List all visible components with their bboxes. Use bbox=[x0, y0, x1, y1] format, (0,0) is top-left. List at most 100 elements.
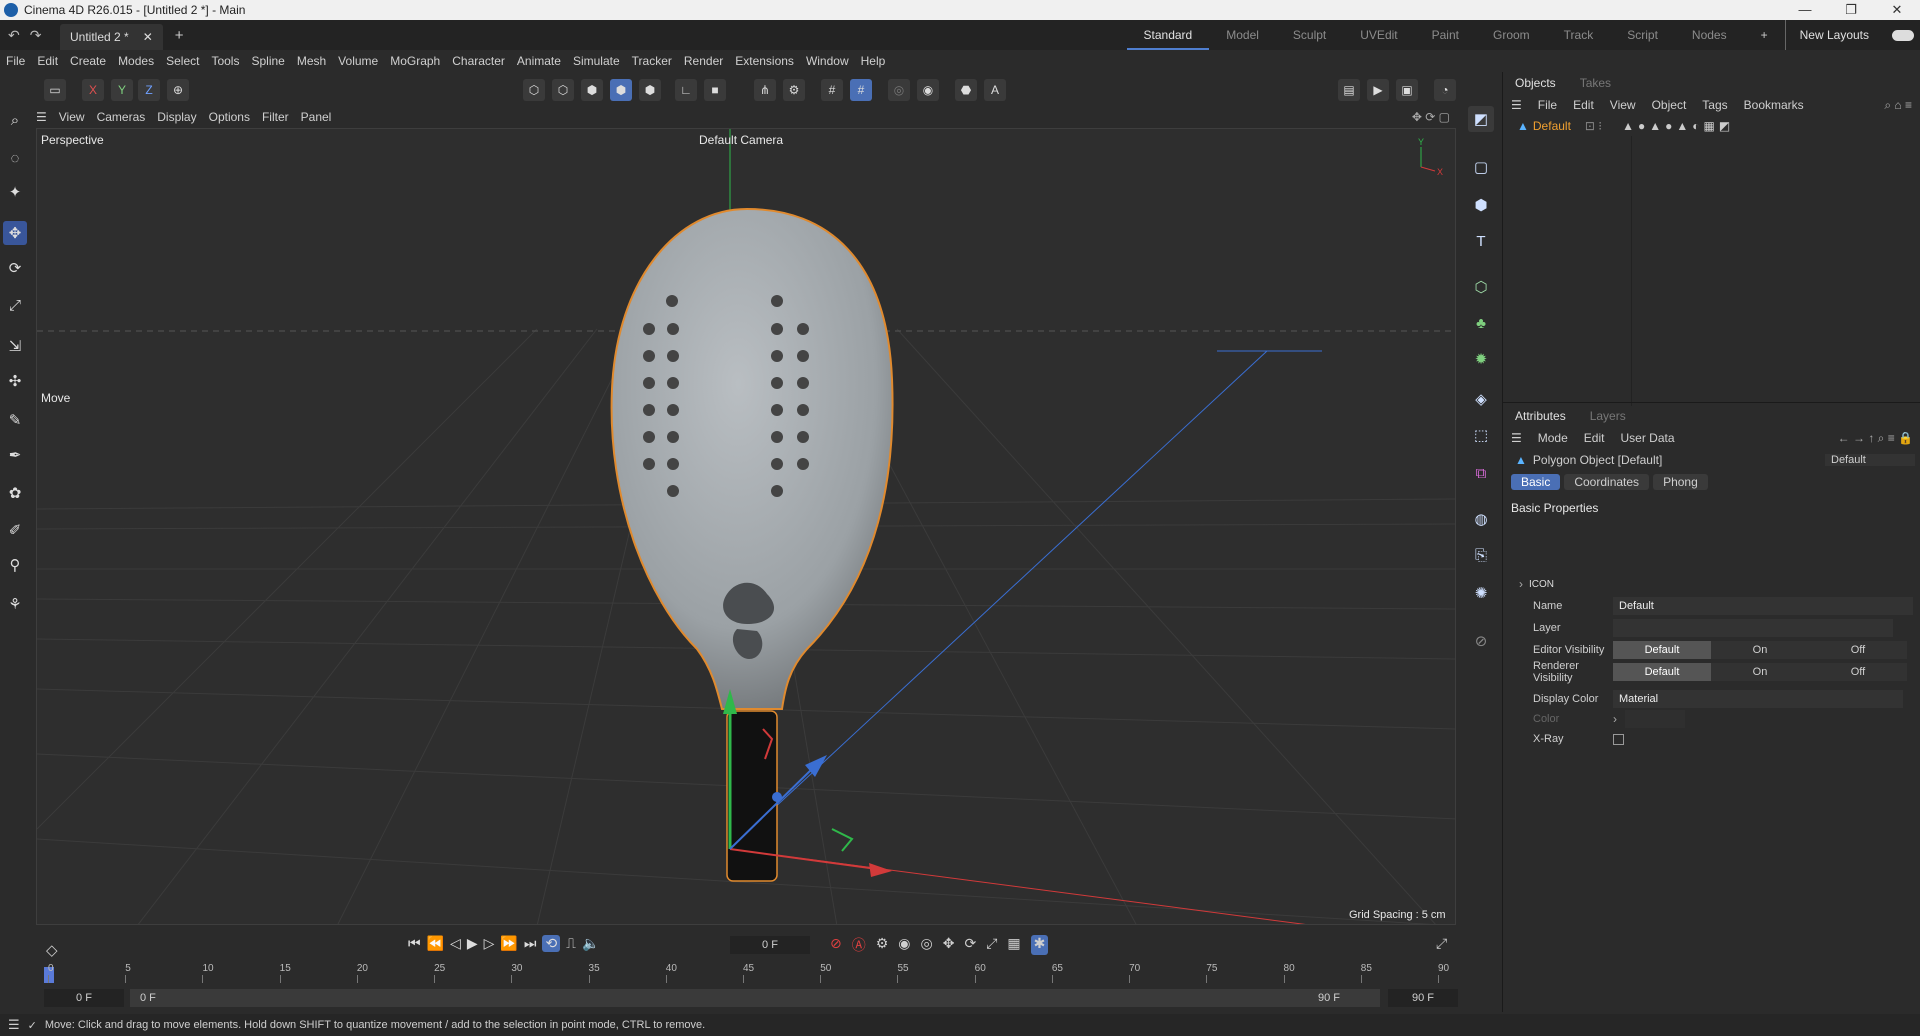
paint-tool-icon[interactable]: ✿ bbox=[3, 481, 27, 505]
subtab-coordinates[interactable]: Coordinates bbox=[1564, 474, 1650, 490]
editor-vis-default[interactable]: Default bbox=[1613, 641, 1711, 659]
mesh-object-icon[interactable]: ⬢ bbox=[1468, 192, 1494, 218]
record-icon[interactable]: ⊘ bbox=[830, 935, 842, 955]
menu-mograph[interactable]: MoGraph bbox=[384, 54, 446, 68]
keyframe-icon[interactable]: ◇ bbox=[46, 941, 58, 959]
layout-model[interactable]: Model bbox=[1209, 20, 1276, 50]
viewport-menu-panel[interactable]: Panel bbox=[295, 110, 338, 124]
tab-takes[interactable]: Takes bbox=[1568, 76, 1623, 90]
view-lock-icon[interactable]: ◩ bbox=[1468, 106, 1494, 132]
scene-object-icon[interactable]: ⬚ bbox=[1468, 422, 1494, 448]
end-frame-field[interactable]: 90 F bbox=[1388, 989, 1458, 1007]
mograph-icon[interactable]: ♣ bbox=[1468, 310, 1494, 336]
view-panel-icon[interactable]: ▭ bbox=[44, 79, 66, 101]
menu-simulate[interactable]: Simulate bbox=[567, 54, 626, 68]
layout-uvedit[interactable]: UVEdit bbox=[1343, 20, 1414, 50]
rot-key-icon[interactable]: ⟳ bbox=[964, 935, 976, 955]
auto-key-icon[interactable]: A bbox=[984, 79, 1006, 101]
menu-window[interactable]: Window bbox=[800, 54, 855, 68]
next-key-icon[interactable]: ⏩ bbox=[500, 935, 517, 952]
color-expand-icon[interactable]: › bbox=[1613, 712, 1617, 726]
editor-vis-off[interactable]: Off bbox=[1809, 641, 1907, 659]
objects-menu-icon[interactable]: ☰ bbox=[1503, 98, 1530, 112]
play-icon[interactable]: ▶ bbox=[467, 935, 478, 952]
objects-search-icon[interactable]: ⌕ ⌂ ≡ bbox=[1876, 98, 1920, 113]
menu-help[interactable]: Help bbox=[855, 54, 892, 68]
param-key-icon[interactable]: ◎ bbox=[921, 935, 933, 955]
name-field[interactable]: Default bbox=[1613, 597, 1913, 615]
rotate-tool-icon[interactable]: ⟳ bbox=[3, 256, 27, 280]
lock-x-button[interactable]: X bbox=[82, 79, 104, 101]
close-window-button[interactable]: ✕ bbox=[1874, 2, 1920, 18]
objects-menu-tags[interactable]: Tags bbox=[1694, 98, 1735, 112]
menu-character[interactable]: Character bbox=[446, 54, 511, 68]
environment-icon[interactable]: ◍ bbox=[1468, 506, 1494, 532]
move-tool-icon[interactable]: ✥ bbox=[3, 221, 27, 245]
attributes-menu-mode[interactable]: Mode bbox=[1530, 431, 1576, 445]
new-document-button[interactable]: + bbox=[175, 27, 184, 44]
tab-layers[interactable]: Layers bbox=[1578, 409, 1638, 423]
current-frame-field[interactable]: 0 F bbox=[730, 936, 810, 954]
editor-vis-on[interactable]: On bbox=[1711, 641, 1809, 659]
menu-volume[interactable]: Volume bbox=[332, 54, 384, 68]
menu-edit[interactable]: Edit bbox=[31, 54, 64, 68]
timeline-ruler[interactable]: 0 5 10 15 20 25 30 35 40 45 50 55 60 65 70 75 80 85 90 bbox=[44, 963, 1454, 985]
viewport-solo-icon[interactable]: ◉ bbox=[917, 79, 939, 101]
render-vis-on[interactable]: On bbox=[1711, 663, 1809, 681]
layer-field[interactable] bbox=[1613, 619, 1893, 637]
transform-tool-icon[interactable]: ⇲ bbox=[3, 334, 27, 358]
add-layout-button[interactable]: + bbox=[1744, 20, 1785, 50]
layout-nodes[interactable]: Nodes bbox=[1675, 20, 1744, 50]
layout-standard[interactable]: Standard bbox=[1126, 20, 1210, 50]
viewport-pan-icon[interactable]: ✥ ⟳ ▢ bbox=[1406, 110, 1456, 124]
attributes-mode-select[interactable]: Default bbox=[1825, 454, 1915, 466]
objects-menu-bookmarks[interactable]: Bookmarks bbox=[1736, 98, 1812, 112]
viewport-menu-filter[interactable]: Filter bbox=[256, 110, 295, 124]
render-view-icon[interactable]: ⬣ bbox=[955, 79, 977, 101]
redo-icon[interactable]: ↷ bbox=[30, 27, 42, 44]
subtab-basic[interactable]: Basic bbox=[1511, 474, 1561, 490]
document-tab[interactable]: Untitled 2 * ✕ bbox=[60, 24, 163, 50]
attributes-menu-edit[interactable]: Edit bbox=[1576, 431, 1613, 445]
menu-select[interactable]: Select bbox=[160, 54, 205, 68]
objects-menu-view[interactable]: View bbox=[1602, 98, 1644, 112]
render-active-view-icon[interactable]: ▶ bbox=[1367, 79, 1389, 101]
close-tab-icon[interactable]: ✕ bbox=[143, 30, 153, 44]
brush-icon[interactable]: ✐ bbox=[3, 518, 27, 542]
prev-frame-icon[interactable]: ◁ bbox=[450, 935, 461, 952]
tab-attributes[interactable]: Attributes bbox=[1503, 409, 1578, 423]
preview-range-bar[interactable]: 0 F 90 F bbox=[130, 989, 1380, 1007]
layout-script[interactable]: Script bbox=[1610, 20, 1675, 50]
select-tool-icon[interactable]: ✦ bbox=[3, 180, 27, 204]
viewport-menu-cameras[interactable]: Cameras bbox=[91, 110, 152, 124]
camera-icon[interactable]: ⧉ bbox=[1468, 460, 1494, 486]
light-icon[interactable]: ✺ bbox=[1468, 580, 1494, 606]
material-tags-icon[interactable]: ▲●▲●▲◐▦◩ bbox=[1622, 119, 1734, 133]
status-menu-icon[interactable]: ☰ bbox=[0, 1017, 28, 1033]
snap-move-icon[interactable]: ✣ bbox=[3, 369, 27, 393]
live-selection-icon[interactable]: ◌ bbox=[3, 146, 27, 170]
go-to-end-icon[interactable]: ⏭ bbox=[524, 935, 537, 952]
scale-tool-icon[interactable]: ⤢ bbox=[3, 293, 27, 317]
motion-icon[interactable]: ◉ bbox=[898, 935, 910, 955]
menu-spline[interactable]: Spline bbox=[245, 54, 290, 68]
menu-tools[interactable]: Tools bbox=[205, 54, 245, 68]
attributes-menu-userdata[interactable]: User Data bbox=[1612, 431, 1682, 445]
undo-icon[interactable]: ↶ bbox=[8, 27, 20, 44]
menu-file[interactable]: File bbox=[0, 54, 31, 68]
autokey-icon[interactable]: Ⓐ bbox=[852, 935, 866, 955]
scale-key-icon[interactable]: ⤢ bbox=[986, 935, 997, 955]
icon-row[interactable]: › ICON bbox=[1503, 573, 1920, 595]
next-frame-icon[interactable]: ▷ bbox=[484, 935, 495, 952]
pla-key-icon[interactable]: ▦ bbox=[1007, 935, 1020, 955]
attributes-nav-icons[interactable]: ← → ↑ ⌕ ≡ 🔒 bbox=[1830, 431, 1920, 446]
layout-sculpt[interactable]: Sculpt bbox=[1276, 20, 1343, 50]
menu-animate[interactable]: Animate bbox=[511, 54, 567, 68]
menu-render[interactable]: Render bbox=[678, 54, 729, 68]
pen-tool-icon[interactable]: ✎ bbox=[3, 408, 27, 432]
field-icon[interactable]: ◈ bbox=[1468, 386, 1494, 412]
go-to-start-icon[interactable]: ⏮ bbox=[408, 935, 421, 952]
loop-icon[interactable]: ⟲ bbox=[542, 935, 561, 952]
viewport-camera-label[interactable]: Default Camera bbox=[699, 133, 783, 147]
attributes-menu-icon[interactable]: ☰ bbox=[1503, 431, 1530, 445]
